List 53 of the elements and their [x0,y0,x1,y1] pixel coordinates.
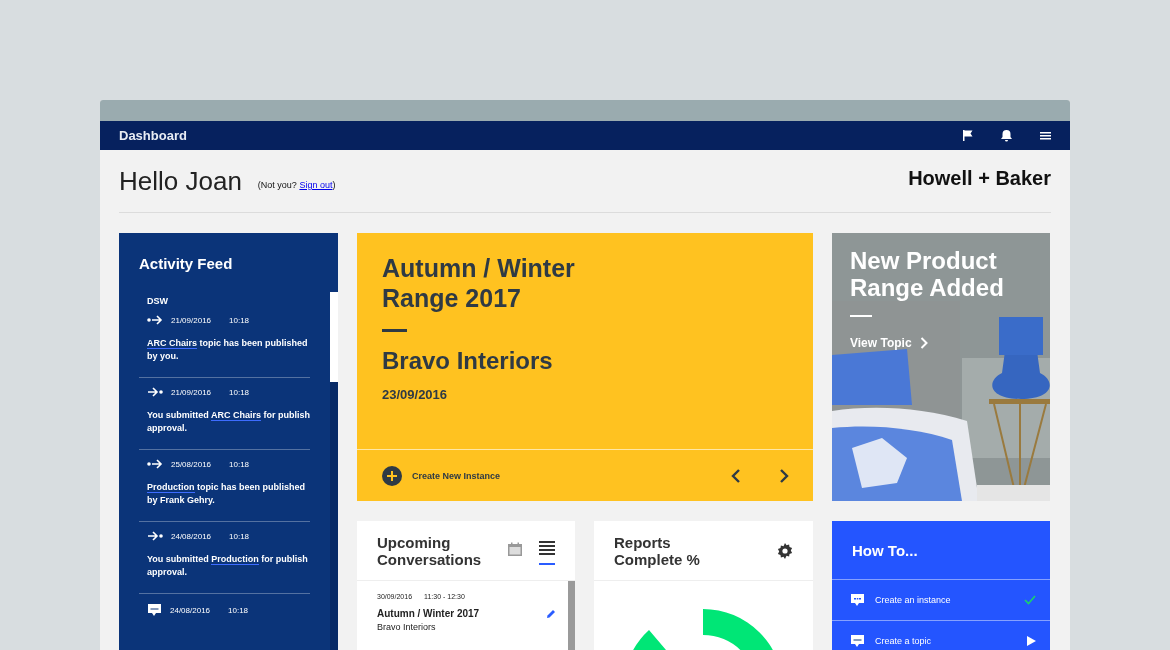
chevron-left-icon [729,468,743,483]
cut-off-text: DSW [147,296,169,306]
submitted-icon [147,531,163,541]
topic-link[interactable]: ARC Chairs [211,410,261,421]
activity-text: You submitted Production for publish approval. [147,553,309,579]
scrollbar[interactable] [330,292,338,650]
submitted-icon [147,387,163,397]
settings-icon[interactable] [777,542,793,559]
not-you-note: (Not you? Sign out) [257,180,337,190]
create-instance-button[interactable]: Create New Instance [382,465,715,486]
edit-button[interactable] [546,608,556,619]
activity-text: You submitted ARC Chairs for publish approval. [147,409,310,435]
bell-icon[interactable] [1000,129,1013,142]
how-to-item[interactable]: Create an instance [832,579,1050,620]
item-time: 10:18 [229,315,250,325]
plus-icon [382,465,402,486]
item-date: 24/08/2016 [170,605,211,615]
published-icon [147,459,163,469]
brand-name: Howell + Baker [908,166,1051,190]
conversation-title: Autumn / Winter 2017 [377,608,480,619]
greeting: Hello Joan [119,165,242,197]
chevron-right-icon [919,337,928,349]
card-title: Reports Complete % [614,533,701,568]
conversation-client: Bravo Interiors [377,622,437,632]
card-date: 23/09/2016 [382,387,449,402]
card-title: Upcoming Conversations [377,533,483,568]
item-date: 24/08/2016 [171,531,212,541]
chat-icon [850,634,865,648]
promo-title: New Product Range Added [850,247,1004,301]
topic-link[interactable]: ARC Chairs [147,338,197,349]
how-to-item[interactable]: Create a topic [832,620,1050,650]
published-icon [147,315,163,325]
topic-link[interactable]: Production [211,554,259,565]
topic-link[interactable]: Production [147,482,195,493]
item-time: 10:18 [229,387,250,397]
activity-text: Production topic has been published by Frank Gehry. [147,481,306,507]
card-title: Autumn / Winter Range 2017 [382,253,576,313]
chat-icon [147,603,162,617]
panel-title: Activity Feed [138,254,234,274]
flag-icon[interactable] [961,129,974,142]
panel-title: How To... [851,541,919,561]
item-time: 10:18 [229,531,250,541]
item-date: 21/09/2016 [171,315,212,325]
item-time: 10:18 [228,605,249,615]
activity-text: ARC Chairs topic has been published by you. [147,337,309,363]
client-name: Bravo Interiors [382,347,554,375]
chat-icon [850,593,865,607]
item-date: 21/09/2016 [171,387,212,397]
chevron-right-icon [777,468,791,483]
menu-icon[interactable] [1039,129,1052,142]
page-title: Dashboard [119,128,188,143]
item-date: 25/08/2016 [171,459,212,469]
item-time: 10:18 [229,459,250,469]
